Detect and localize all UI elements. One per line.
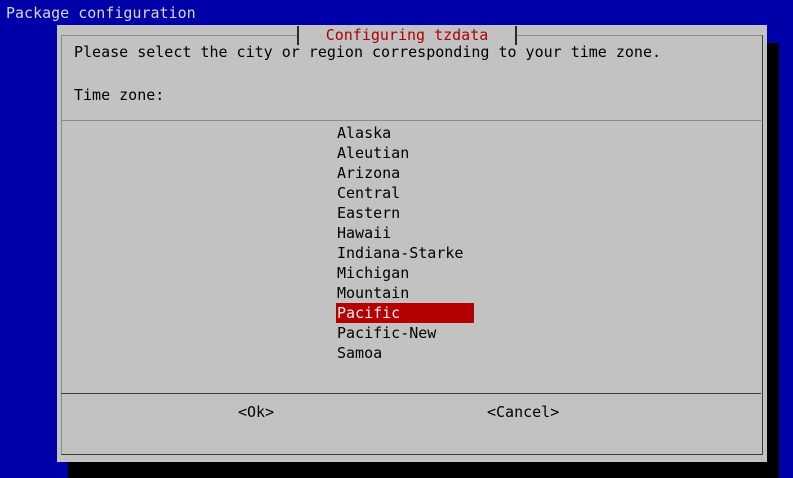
- timezone-item-aleutian[interactable]: Aleutian: [336, 143, 474, 163]
- timezone-label: Time zone:: [74, 86, 165, 104]
- ok-button[interactable]: <Ok>: [238, 402, 274, 422]
- timezone-item-hawaii[interactable]: Hawaii: [336, 223, 474, 243]
- timezone-item-alaska[interactable]: Alaska: [336, 123, 474, 143]
- window-backtitle: Package configuration: [6, 4, 196, 22]
- timezone-item-michigan[interactable]: Michigan: [336, 263, 474, 283]
- timezone-item-central[interactable]: Central: [336, 183, 474, 203]
- tzdata-dialog: Configuring tzdata Please select the cit…: [57, 25, 767, 462]
- timezone-item-indiana-starke[interactable]: Indiana-Starke: [336, 243, 474, 263]
- timezone-item-arizona[interactable]: Arizona: [336, 163, 474, 183]
- cancel-button[interactable]: <Cancel>: [487, 402, 559, 422]
- timezone-item-pacific[interactable]: Pacific: [336, 303, 474, 323]
- timezone-item-samoa[interactable]: Samoa: [336, 343, 474, 363]
- timezone-list: Alaska Aleutian Arizona Central Eastern …: [336, 123, 474, 363]
- timezone-item-eastern[interactable]: Eastern: [336, 203, 474, 223]
- dialog-prompt: Please select the city or region corresp…: [74, 43, 661, 61]
- timezone-item-mountain[interactable]: Mountain: [336, 283, 474, 303]
- timezone-item-pacific-new[interactable]: Pacific-New: [336, 323, 474, 343]
